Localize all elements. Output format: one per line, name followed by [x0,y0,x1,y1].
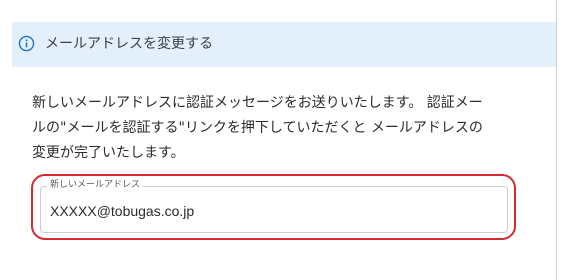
info-icon [18,35,35,52]
banner-title: メールアドレスを変更する [45,36,213,52]
instruction-line: 変更が完了いたします。 [32,145,185,161]
panel-edge-divider [556,0,557,280]
change-email-banner: メールアドレスを変更する [12,22,556,67]
highlight-outline [31,174,516,240]
instruction-text: 新しいメールアドレスに認証メッセージをお送りいたします。 認証メー ルの"メール… [32,91,532,166]
instruction-line: ルの"メールを認証する"リンクを押下していただくと メールアドレスの [32,120,483,136]
instruction-line: 新しいメールアドレスに認証メッセージをお送りいたします。 認証メー [32,95,483,111]
